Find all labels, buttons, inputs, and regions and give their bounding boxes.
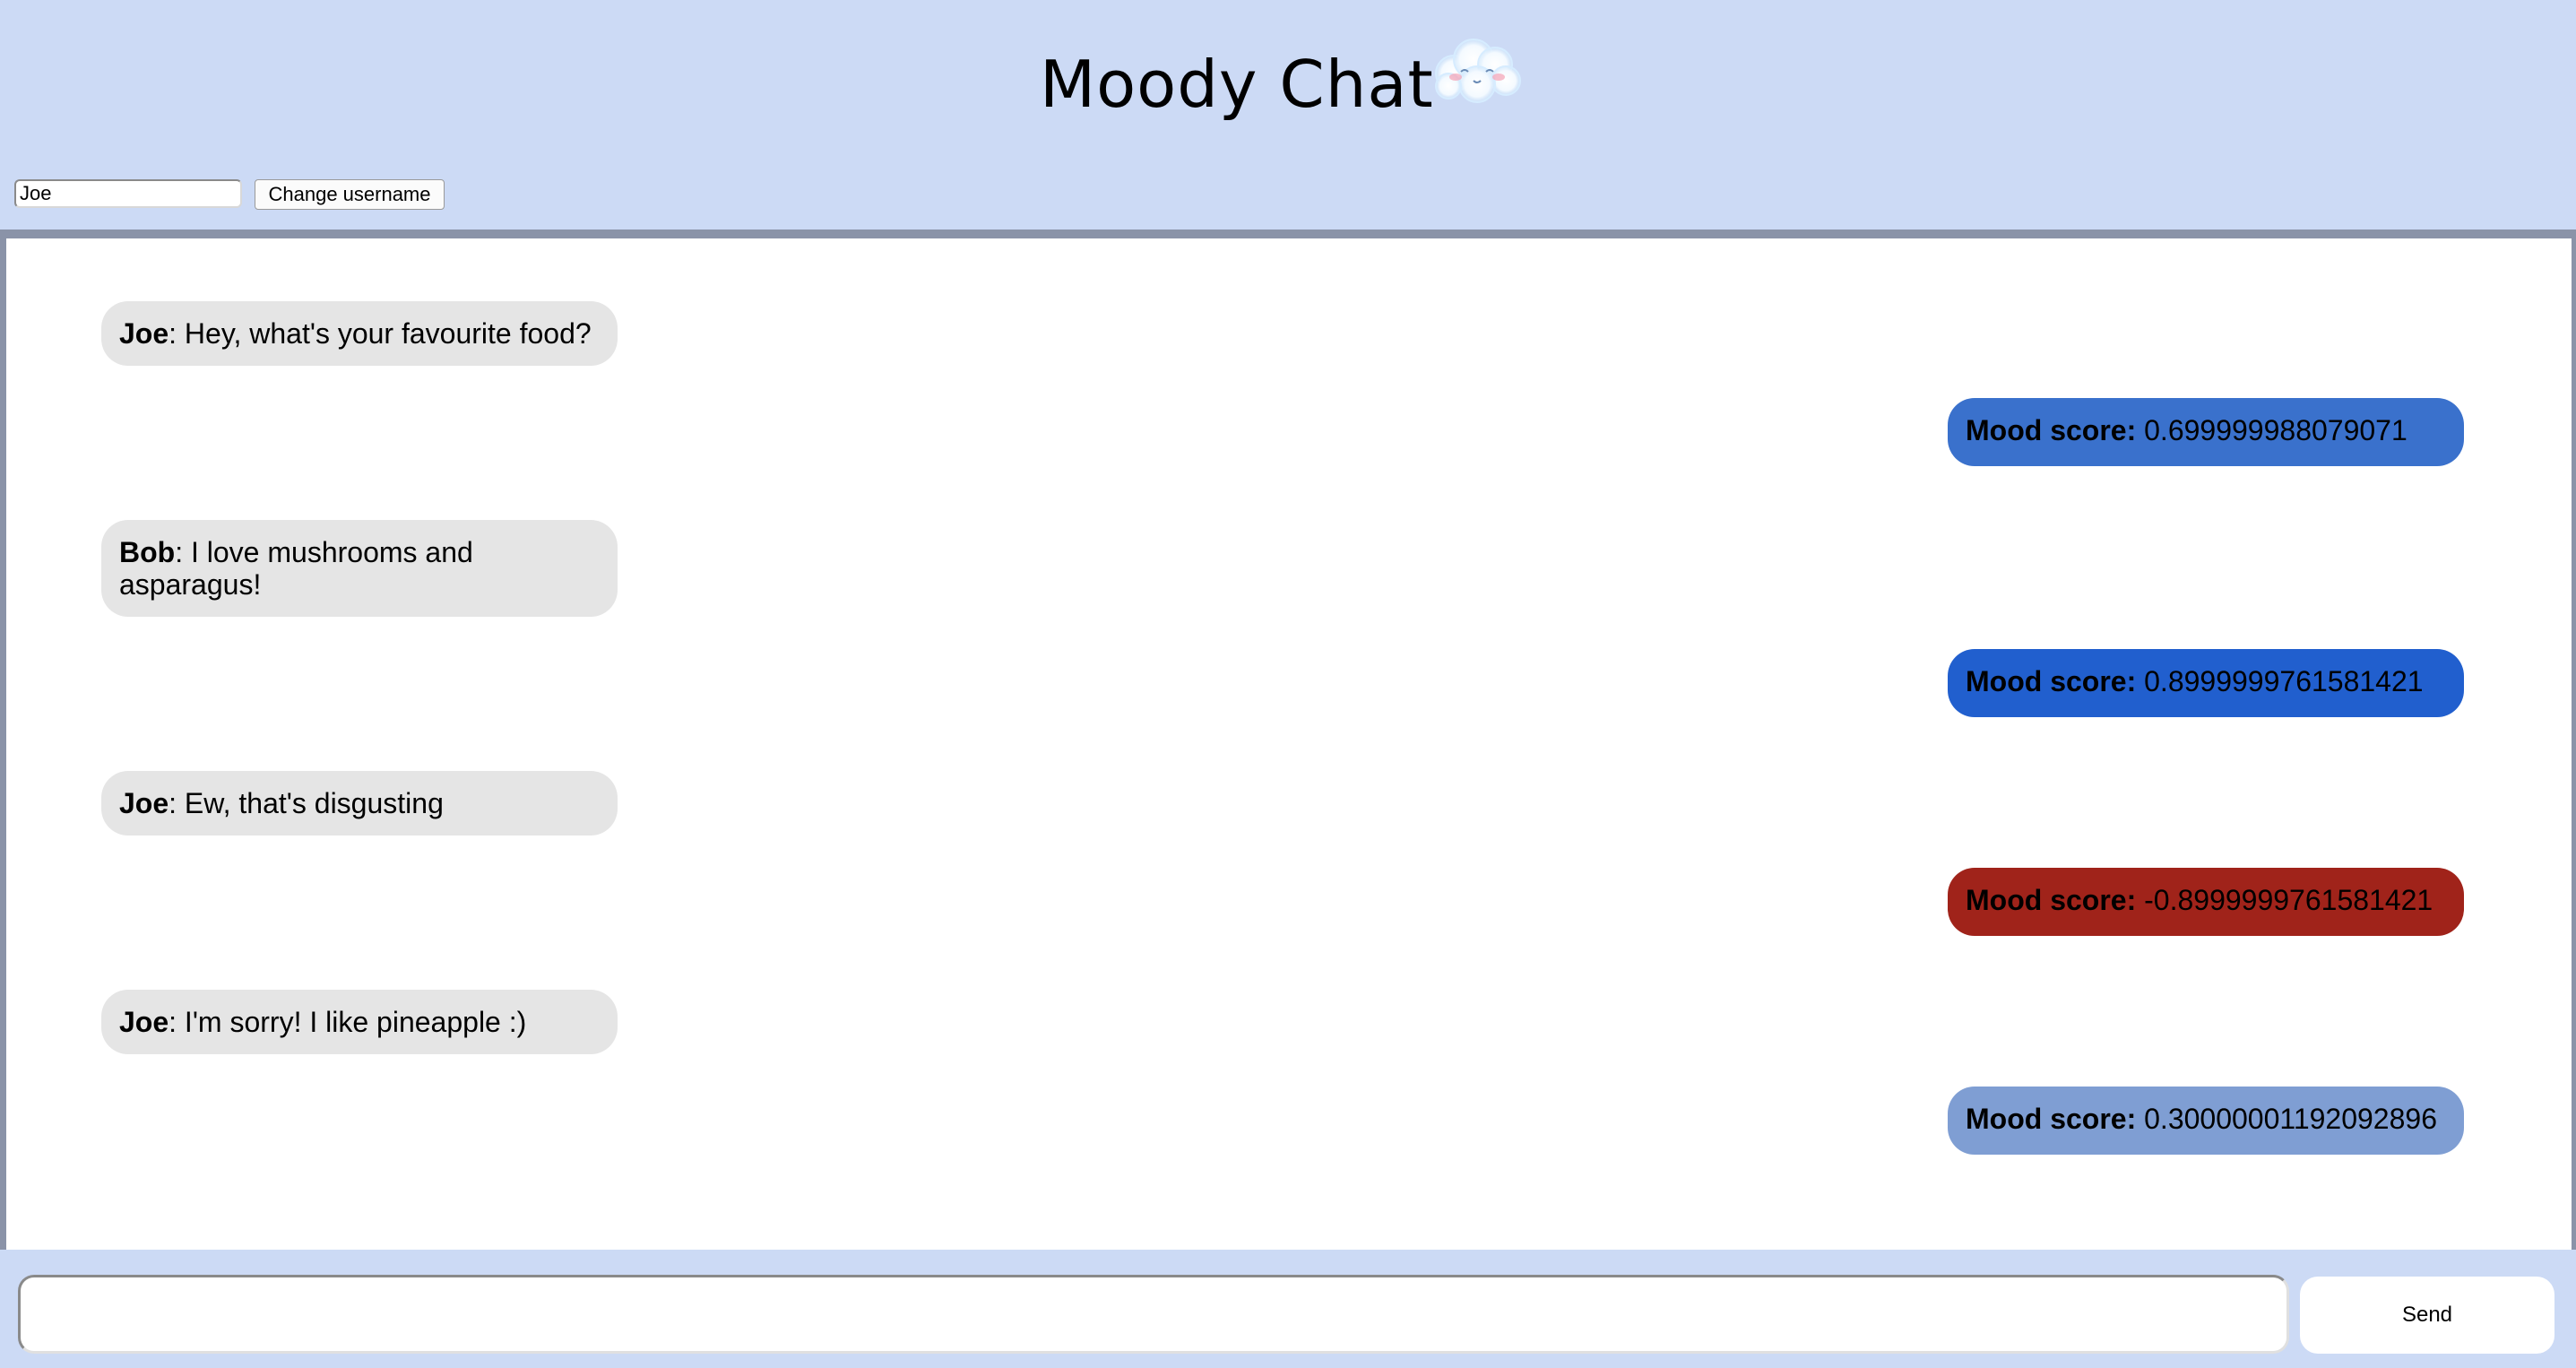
title-bar: Moody Chat (0, 0, 2576, 179)
mood-score-value: 0.30000001192092896 (2144, 1103, 2437, 1135)
change-username-button[interactable]: Change username (255, 179, 445, 210)
chat-message: Joe: Hey, what's your favourite food? (101, 301, 618, 366)
app-title: Moody Chat (1040, 47, 1434, 122)
chat-message: Joe: I'm sorry! I like pineapple :) (101, 990, 618, 1054)
chat-log[interactable]: Joe: Hey, what's your favourite food? Mo… (0, 229, 2576, 1250)
mood-score-badge: Mood score: 0.699999988079071 (1948, 398, 2464, 466)
username-input[interactable] (14, 179, 242, 208)
message-text: : Hey, what's your favourite food? (169, 317, 592, 350)
mood-score-label: Mood score: (1966, 884, 2137, 916)
cloud-face-icon (1435, 39, 1521, 103)
chat-message: Bob: I love mushrooms and asparagus! (101, 520, 618, 617)
mood-score-value: 0.699999988079071 (2144, 414, 2407, 446)
message-sender: Joe (119, 1006, 169, 1038)
mood-score-label: Mood score: (1966, 1103, 2137, 1135)
message-text: : I'm sorry! I like pineapple :) (169, 1006, 527, 1038)
mood-score-label: Mood score: (1966, 414, 2137, 446)
message-text: : Ew, that's disgusting (169, 787, 444, 819)
message-sender: Joe (119, 787, 169, 819)
message-sender: Bob (119, 536, 176, 568)
mood-score-badge: Mood score: 0.8999999761581421 (1948, 649, 2464, 717)
send-button[interactable]: Send (2300, 1277, 2554, 1354)
message-input[interactable] (18, 1275, 2289, 1354)
mood-score-label: Mood score: (1966, 665, 2137, 697)
mood-score-value: 0.8999999761581421 (2144, 665, 2424, 697)
message-sender: Joe (119, 317, 169, 350)
header: Moody Chat Cha (0, 0, 2576, 231)
mood-score-badge: Mood score: -0.8999999761581421 (1948, 868, 2464, 936)
composer-bar: Send (0, 1250, 2576, 1368)
chat-message: Joe: Ew, that's disgusting (101, 771, 618, 836)
mood-score-badge: Mood score: 0.30000001192092896 (1948, 1087, 2464, 1155)
mood-score-value: -0.8999999761581421 (2144, 884, 2433, 916)
